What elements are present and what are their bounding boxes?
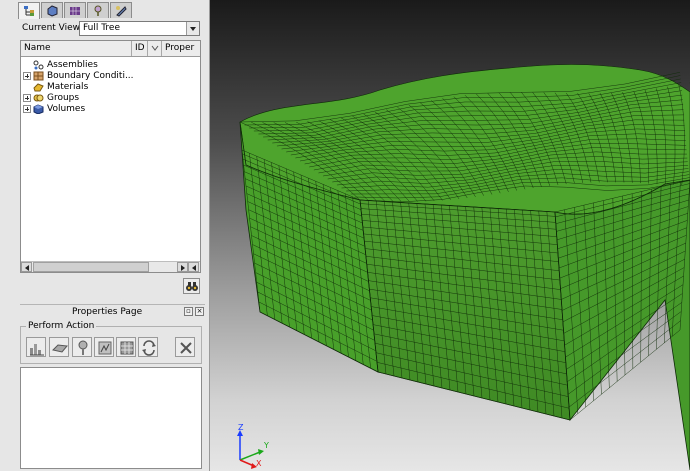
analysis-icon (116, 6, 127, 17)
probe-icon (78, 340, 88, 355)
model-tree-icon (24, 6, 34, 16)
find-button[interactable] (183, 278, 200, 294)
column-id[interactable]: ID (132, 41, 148, 56)
axis-triad: Z Y X (226, 423, 276, 471)
column-properties[interactable]: Proper (162, 41, 200, 56)
left-panel: Current View Full Tree Name ID Proper As… (0, 0, 210, 471)
properties-page-body (20, 367, 202, 469)
cancel-action-button[interactable] (175, 337, 195, 357)
assemblies-icon (33, 60, 44, 69)
axis-y-label: Y (264, 441, 269, 450)
scroll-left-icon[interactable] (21, 262, 32, 272)
chart-bars-icon (30, 344, 44, 356)
chevron-down-icon[interactable] (186, 22, 199, 35)
tree-item-boundary-conditions[interactable]: Boundary Conditi... (23, 70, 134, 81)
materials-icon (33, 82, 44, 91)
expand-icon[interactable] (23, 71, 31, 80)
grid-icon (120, 341, 134, 355)
mesh-model (239, 64, 690, 471)
binoculars-icon (186, 282, 198, 291)
groups-icon (33, 94, 44, 101)
tree-header: Name ID Proper (21, 41, 200, 57)
tree-item-label: Groups (47, 92, 80, 103)
current-view-label: Current View (22, 23, 81, 33)
column-name[interactable]: Name (21, 41, 132, 56)
current-view-value: Full Tree (83, 23, 121, 33)
tree-item-label: Materials (47, 81, 89, 92)
panel-tabbar (18, 2, 133, 19)
tree-horizontal-scrollbar[interactable] (21, 261, 200, 272)
perform-action-label: Perform Action (26, 321, 97, 331)
close-icon (180, 342, 192, 354)
mesh-icon (70, 7, 80, 15)
tree-item-volumes[interactable]: Volumes (23, 103, 85, 114)
tab-mesh[interactable] (64, 2, 86, 18)
mesh-quality-icon (98, 341, 112, 355)
tab-tools[interactable] (87, 2, 109, 18)
model-tree[interactable]: Name ID Proper Assemblies Boundary Condi… (20, 40, 201, 273)
geometry-icon (47, 5, 58, 17)
tools-icon (94, 5, 102, 16)
tree-item-label: Assemblies (47, 59, 98, 70)
boundary-conditions-icon (33, 71, 44, 80)
tab-model-tree[interactable] (18, 2, 40, 19)
column-sort-icon[interactable] (148, 41, 162, 56)
float-icon[interactable]: ▫ (184, 307, 193, 316)
transform-icon (142, 340, 156, 356)
tree-item-groups[interactable]: Groups (23, 92, 79, 103)
expand-icon[interactable] (23, 104, 31, 113)
action-button-1[interactable] (26, 337, 46, 357)
scroll-thumb[interactable] (33, 262, 149, 272)
scroll-right-icon[interactable] (177, 262, 188, 272)
volumes-icon (33, 103, 44, 114)
expand-icon[interactable] (23, 93, 31, 102)
action-button-4[interactable] (94, 337, 114, 357)
action-button-3[interactable] (72, 337, 92, 357)
action-button-6[interactable] (138, 337, 158, 357)
tree-item-assemblies[interactable]: Assemblies (23, 59, 98, 70)
surface-icon (52, 344, 68, 353)
properties-page-title: Properties Page (72, 307, 143, 317)
axis-z-label: Z (238, 423, 244, 432)
tab-geometry[interactable] (41, 2, 63, 18)
action-button-2[interactable] (49, 337, 69, 357)
action-button-5[interactable] (116, 337, 136, 357)
tree-item-label: Volumes (47, 103, 86, 114)
scroll-left-icon[interactable] (188, 262, 199, 272)
tree-item-materials[interactable]: Materials (23, 81, 88, 92)
current-view-select[interactable]: Full Tree (79, 21, 200, 36)
tab-analysis[interactable] (110, 2, 132, 18)
graphics-viewport[interactable]: Z Y X (210, 0, 690, 471)
close-icon[interactable]: × (195, 307, 204, 316)
properties-page-titlebar: Properties Page ▫ × (20, 304, 205, 317)
tree-item-label: Boundary Conditi... (47, 70, 134, 81)
axis-x-label: X (256, 459, 262, 468)
